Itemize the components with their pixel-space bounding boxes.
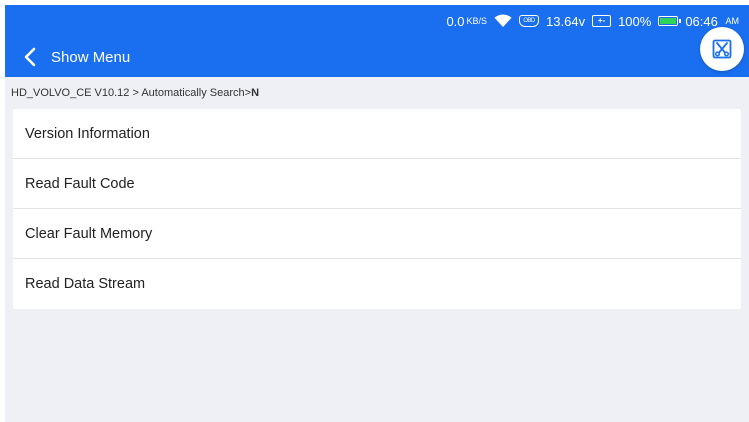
status-bar: 0.0 KB/S OBD 13.64v +- 100% 06:46 AM — [5, 5, 749, 37]
battery-icon — [658, 16, 682, 26]
breadcrumb-path: HD_VOLVO_CE V10.12 > Automatically Searc… — [11, 87, 252, 99]
menu-item-read-data-stream[interactable]: Read Data Stream — [13, 259, 741, 309]
car-battery-icon-text: +- — [592, 15, 612, 27]
network-speed: 0.0 KB/S — [446, 14, 487, 29]
clock-time: 06:46 — [685, 13, 718, 29]
menu-item-clear-fault-memory[interactable]: Clear Fault Memory — [13, 209, 741, 259]
wifi-icon — [494, 14, 512, 28]
app-screen: 0.0 KB/S OBD 13.64v +- 100% 06:46 AM Show… — [5, 5, 749, 422]
menu-item-label: Clear Fault Memory — [25, 225, 153, 242]
obd-icon-text: OBD — [519, 15, 540, 27]
breadcrumb: HD_VOLVO_CE V10.12 > Automatically Searc… — [5, 77, 749, 109]
network-speed-unit: KB/S — [466, 16, 488, 26]
network-speed-value: 0.0 — [446, 13, 465, 29]
voltage-readout: 13.64v — [546, 13, 586, 29]
car-battery-icon: +- — [592, 15, 612, 27]
menu-item-label: Read Data Stream — [25, 276, 146, 292]
exit-diagnosis-button[interactable] — [700, 27, 744, 71]
menu-item-read-fault-code[interactable]: Read Fault Code — [13, 159, 741, 209]
menu-item-version-information[interactable]: Version Information — [13, 109, 741, 159]
title-bar: Show Menu — [5, 27, 749, 77]
menu-item-label: Version Information — [25, 125, 150, 142]
page-title: Show Menu — [51, 48, 131, 66]
clock: 06:46 AM — [685, 14, 739, 29]
back-arrow-icon — [24, 47, 36, 67]
obd-connector-icon: OBD — [519, 15, 540, 27]
battery-percent: 100% — [618, 13, 652, 29]
breadcrumb-current: N — [251, 87, 260, 99]
back-button[interactable] — [11, 37, 49, 77]
menu-item-label: Read Fault Code — [25, 175, 135, 192]
function-menu: Version Information Read Fault Code Clea… — [13, 109, 741, 309]
disconnect-icon — [712, 39, 732, 59]
clock-ampm: AM — [725, 16, 740, 26]
